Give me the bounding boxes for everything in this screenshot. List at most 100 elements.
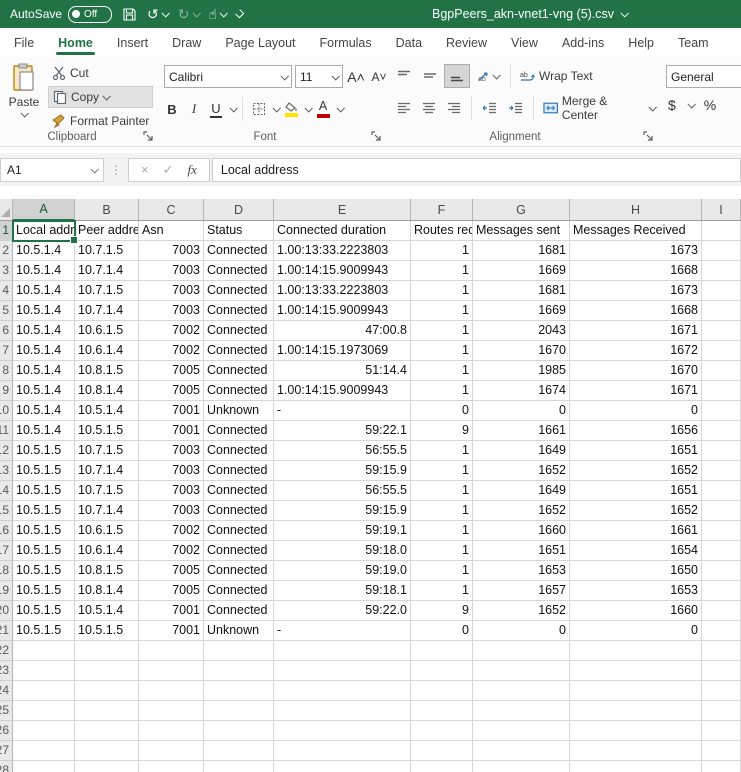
- cell-G1[interactable]: Messages sent: [473, 221, 570, 241]
- cell-A7[interactable]: 10.5.1.4: [13, 341, 75, 361]
- cell-C26[interactable]: [139, 721, 204, 741]
- cell-B11[interactable]: 10.5.1.5: [75, 421, 139, 441]
- cell-F27[interactable]: [411, 741, 473, 761]
- cell-H7[interactable]: 1672: [570, 341, 702, 361]
- undo-button[interactable]: ↺: [147, 7, 168, 21]
- row-header-19[interactable]: 19: [0, 581, 13, 601]
- cell-H10[interactable]: 0: [570, 401, 702, 421]
- name-box[interactable]: A1: [0, 158, 104, 182]
- merge-center-button[interactable]: Merge & Center: [540, 96, 658, 120]
- cell-C13[interactable]: 7003: [139, 461, 204, 481]
- cell-I13[interactable]: [702, 461, 741, 481]
- cell-A5[interactable]: 10.5.1.4: [13, 301, 75, 321]
- number-format-select[interactable]: General: [666, 65, 741, 88]
- cell-F12[interactable]: 1: [411, 441, 473, 461]
- cell-I11[interactable]: [702, 421, 741, 441]
- cell-E11[interactable]: 59:22.1: [274, 421, 411, 441]
- cell-C9[interactable]: 7005: [139, 381, 204, 401]
- save-button[interactable]: [122, 7, 137, 22]
- cell-E3[interactable]: 1.00:14:15.9009943: [274, 261, 411, 281]
- cell-D7[interactable]: Connected: [204, 341, 274, 361]
- cell-C3[interactable]: 7003: [139, 261, 204, 281]
- orientation-button[interactable]: ab: [472, 65, 504, 87]
- cell-G11[interactable]: 1661: [473, 421, 570, 441]
- formula-input[interactable]: Local address: [212, 158, 741, 182]
- cell-D28[interactable]: [204, 761, 274, 772]
- cell-A4[interactable]: 10.5.1.4: [13, 281, 75, 301]
- cell-F19[interactable]: 1: [411, 581, 473, 601]
- cell-A10[interactable]: 10.5.1.4: [13, 401, 75, 421]
- cell-H15[interactable]: 1652: [570, 501, 702, 521]
- cell-H22[interactable]: [570, 641, 702, 661]
- cell-H1[interactable]: Messages Received: [570, 221, 702, 241]
- cell-F8[interactable]: 1: [411, 361, 473, 381]
- cell-I20[interactable]: [702, 601, 741, 621]
- cell-G21[interactable]: 0: [473, 621, 570, 641]
- cell-D21[interactable]: Unknown: [204, 621, 274, 641]
- cell-I9[interactable]: [702, 381, 741, 401]
- row-header-15[interactable]: 15: [0, 501, 13, 521]
- cell-B9[interactable]: 10.8.1.4: [75, 381, 139, 401]
- cell-C12[interactable]: 7003: [139, 441, 204, 461]
- cell-B4[interactable]: 10.7.1.5: [75, 281, 139, 301]
- cell-D8[interactable]: Connected: [204, 361, 274, 381]
- cell-B5[interactable]: 10.7.1.4: [75, 301, 139, 321]
- cell-E6[interactable]: 47:00.8: [274, 321, 411, 341]
- cell-G19[interactable]: 1657: [473, 581, 570, 601]
- cell-D17[interactable]: Connected: [204, 541, 274, 561]
- cell-B12[interactable]: 10.7.1.5: [75, 441, 139, 461]
- cell-G5[interactable]: 1669: [473, 301, 570, 321]
- tab-page-layout[interactable]: Page Layout: [213, 28, 307, 57]
- cell-E16[interactable]: 59:19.1: [274, 521, 411, 541]
- cell-G17[interactable]: 1651: [473, 541, 570, 561]
- column-header-B[interactable]: B: [75, 199, 139, 221]
- increase-font-size-button[interactable]: A˄: [346, 66, 366, 88]
- cell-H26[interactable]: [570, 721, 702, 741]
- column-header-D[interactable]: D: [204, 199, 274, 221]
- fill-color-dropdown-icon[interactable]: [304, 104, 312, 112]
- cell-I4[interactable]: [702, 281, 741, 301]
- cell-B22[interactable]: [75, 641, 139, 661]
- cell-E15[interactable]: 59:15.9: [274, 501, 411, 521]
- cell-B17[interactable]: 10.6.1.4: [75, 541, 139, 561]
- cell-A6[interactable]: 10.5.1.4: [13, 321, 75, 341]
- cell-G8[interactable]: 1985: [473, 361, 570, 381]
- row-header-20[interactable]: 20: [0, 601, 13, 621]
- alignment-dialog-launcher[interactable]: [643, 131, 654, 142]
- align-center-button[interactable]: [417, 97, 440, 119]
- row-header-13[interactable]: 13: [0, 461, 13, 481]
- cell-B15[interactable]: 10.7.1.4: [75, 501, 139, 521]
- cell-C24[interactable]: [139, 681, 204, 701]
- cell-C16[interactable]: 7002: [139, 521, 204, 541]
- cell-D25[interactable]: [204, 701, 274, 721]
- cell-D9[interactable]: Connected: [204, 381, 274, 401]
- cell-G15[interactable]: 1652: [473, 501, 570, 521]
- row-header-3[interactable]: 3: [0, 261, 13, 281]
- cell-A2[interactable]: 10.5.1.4: [13, 241, 75, 261]
- tab-file[interactable]: File: [2, 28, 46, 57]
- cell-D2[interactable]: Connected: [204, 241, 274, 261]
- cell-B6[interactable]: 10.6.1.5: [75, 321, 139, 341]
- cell-G4[interactable]: 1681: [473, 281, 570, 301]
- cell-C17[interactable]: 7002: [139, 541, 204, 561]
- cell-I25[interactable]: [702, 701, 741, 721]
- cell-A20[interactable]: 10.5.1.5: [13, 601, 75, 621]
- cell-E10[interactable]: -: [274, 401, 411, 421]
- cell-D11[interactable]: Connected: [204, 421, 274, 441]
- cell-A15[interactable]: 10.5.1.5: [13, 501, 75, 521]
- cell-A12[interactable]: 10.5.1.5: [13, 441, 75, 461]
- cell-I16[interactable]: [702, 521, 741, 541]
- cell-C22[interactable]: [139, 641, 204, 661]
- cell-A22[interactable]: [13, 641, 75, 661]
- cell-B21[interactable]: 10.5.1.5: [75, 621, 139, 641]
- cell-E20[interactable]: 59:22.0: [274, 601, 411, 621]
- cell-C20[interactable]: 7001: [139, 601, 204, 621]
- cell-G25[interactable]: [473, 701, 570, 721]
- font-name-select[interactable]: Calibri: [164, 65, 292, 88]
- font-color-dropdown-icon[interactable]: [336, 104, 344, 112]
- row-header-14[interactable]: 14: [0, 481, 13, 501]
- cell-F21[interactable]: 0: [411, 621, 473, 641]
- paste-button[interactable]: Paste: [5, 63, 43, 129]
- cell-H16[interactable]: 1661: [570, 521, 702, 541]
- cell-B2[interactable]: 10.7.1.5: [75, 241, 139, 261]
